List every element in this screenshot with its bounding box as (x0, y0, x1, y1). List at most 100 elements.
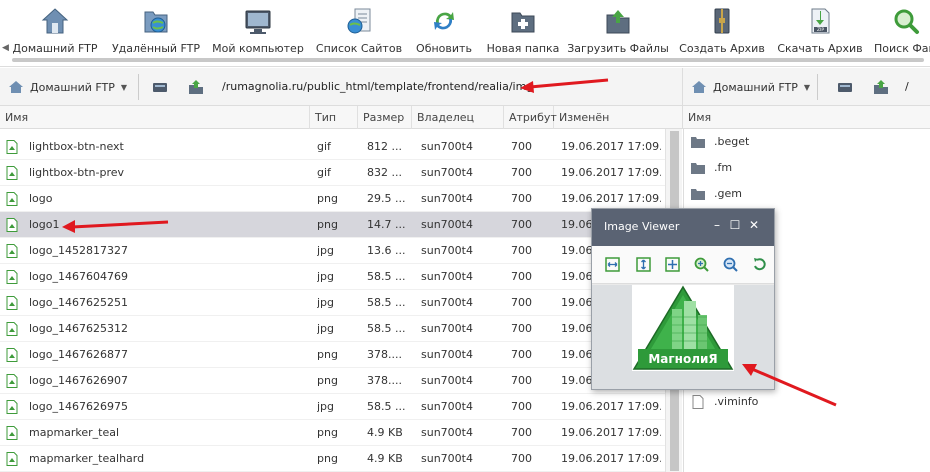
list-item[interactable]: .gem (684, 181, 930, 207)
file-name: logo1 (29, 218, 60, 231)
svg-text:ZIP: ZIP (817, 27, 824, 33)
image-file-icon (6, 166, 18, 180)
zoom-out-icon[interactable] (723, 257, 738, 272)
parent-folder-icon[interactable] (188, 79, 204, 95)
maximize-icon[interactable]: ☐ (728, 218, 742, 232)
table-row[interactable]: logo_1467626975 jpg 58.5 ... sun700t4 700 19.… (0, 394, 665, 420)
file-type: gif (317, 140, 331, 153)
table-row[interactable]: logo_1467625312jpg58.5 ...sun700t470019.… (0, 316, 665, 342)
right-location-dropdown[interactable]: Домашний FTP ▼ (683, 68, 813, 106)
file-attributes: 700 (511, 244, 532, 257)
file-name: logo_1467625251 (29, 296, 128, 309)
image-file-icon (6, 192, 18, 206)
image-viewer-window[interactable]: Image Viewer – ☐ ✕ МагнолиЯ (591, 208, 775, 390)
left-location-label: Домашний FTP (30, 80, 115, 94)
table-row[interactable]: logo_1467626877png378....sun700t470019.0… (0, 342, 665, 368)
fit-width-icon[interactable] (605, 257, 620, 272)
minimize-icon[interactable]: – (710, 218, 724, 232)
file-size: 812 ... (367, 140, 402, 153)
file-type: jpg (317, 270, 335, 283)
file-size: 29.5 ... (367, 192, 406, 205)
file-owner: sun700t4 (421, 322, 473, 335)
actual-size-icon[interactable] (665, 257, 680, 272)
right-path-text[interactable]: / (905, 80, 909, 93)
table-row[interactable]: logo1png14.7 ...sun700t470019.06.2017 17… (0, 212, 665, 238)
drive-icon[interactable] (837, 79, 853, 95)
close-icon[interactable]: ✕ (747, 218, 761, 232)
file-size: 58.5 ... (367, 270, 406, 283)
file-owner: sun700t4 (421, 166, 473, 179)
table-row[interactable]: logo_1467604769jpg58.5 ...sun700t470019.… (0, 264, 665, 290)
zoom-in-icon[interactable] (694, 257, 709, 272)
column-size[interactable]: Размер (358, 106, 412, 129)
column-attributes[interactable]: Атрибут (504, 106, 557, 129)
toolbar-scroll-thumb[interactable] (12, 58, 924, 62)
left-path-text[interactable]: /rumagnolia.ru/public_html/template/fron… (222, 80, 533, 93)
download-zip-icon: ZIP (811, 8, 830, 34)
download-archive-button[interactable]: ZIP Скачать Архив (772, 0, 868, 55)
file-modified: 19.06.2017 17:09... (561, 400, 661, 413)
upload-icon (606, 10, 630, 34)
search-files-button[interactable]: Поиск Фай (866, 0, 930, 55)
image-file-icon (6, 400, 18, 414)
file-attributes: 700 (511, 426, 532, 439)
table-row[interactable]: logo_1452817327jpg13.6 ...sun700t470019.… (0, 238, 665, 264)
download-archive-label: Скачать Архив (777, 42, 863, 55)
column-owner[interactable]: Владелец (412, 106, 504, 129)
table-row[interactable]: mapmarker_tealhard png 4.9 KB sun700t4 700 19… (0, 446, 665, 472)
viewer-title: Image Viewer (604, 220, 680, 233)
table-row[interactable]: mapmarker_teal png 4.9 KB sun700t4 700 19.06.… (0, 420, 665, 446)
table-row[interactable]: logo_1467625251jpg58.5 ...sun700t470019.… (0, 290, 665, 316)
table-row[interactable]: lightbox-btn-prev gif 832 ... sun700t4 700 19… (0, 160, 665, 186)
site-list-button[interactable]: Список Сайтов (310, 0, 408, 55)
chevron-down-icon: ▼ (120, 82, 128, 92)
my-computer-button[interactable]: Мой компьютер (206, 0, 310, 55)
file-owner: sun700t4 (421, 244, 473, 257)
table-row[interactable]: logo png 29.5 ... sun700t4 700 19.06.2017 17:… (0, 186, 665, 212)
list-item[interactable]: .beget (684, 129, 930, 155)
file-type: jpg (317, 296, 335, 309)
file-size: 58.5 ... (367, 400, 406, 413)
parent-folder-icon[interactable] (873, 79, 889, 95)
column-name[interactable]: Имя (683, 106, 930, 129)
upload-files-button[interactable]: Загрузить Файлы (566, 0, 670, 55)
left-location-dropdown[interactable]: Домашний FTP ▼ (0, 68, 134, 106)
column-name[interactable]: Имя (0, 106, 310, 129)
file-type: png (317, 192, 338, 205)
file-attributes: 700 (511, 400, 532, 413)
file-modified: 19.06.2017 17:09... (561, 140, 661, 153)
magnolia-logo-image: МагнолиЯ (632, 285, 734, 371)
column-type[interactable]: Тип (310, 106, 358, 129)
refresh-button[interactable]: Обновить (406, 0, 482, 55)
home-icon (692, 81, 706, 93)
drive-icon[interactable] (152, 79, 168, 95)
home-ftp-button[interactable]: Домашний FTP (0, 0, 110, 55)
file-size: 832 ... (367, 166, 402, 179)
table-row[interactable]: lightbox-btn-next gif 812 ... sun700t4 700 19… (0, 134, 665, 160)
file-attributes: 700 (511, 192, 532, 205)
create-archive-label: Создать Архив (679, 42, 765, 55)
remote-ftp-button[interactable]: Удалённый FTP (106, 0, 206, 55)
site-list-label: Список Сайтов (315, 42, 403, 55)
refresh-icon (434, 12, 454, 30)
table-row[interactable]: logo_1467626907png378....sun700t470019.0… (0, 368, 665, 394)
create-archive-button[interactable]: Создать Архив (672, 0, 772, 55)
toolbar-scrollbar[interactable] (0, 55, 930, 67)
item-name: .viminfo (714, 395, 759, 408)
toolbar-scroll-left-icon[interactable]: ◀ (2, 43, 9, 53)
viewer-titlebar[interactable]: Image Viewer – ☐ ✕ (592, 209, 774, 246)
item-name: .gem (714, 187, 742, 200)
file-attributes: 700 (511, 166, 532, 179)
fit-height-icon[interactable] (636, 257, 651, 272)
list-item[interactable]: .fm (684, 155, 930, 181)
file-type: png (317, 426, 338, 439)
column-modified[interactable]: Изменён (554, 106, 682, 129)
file-name: mapmarker_tealhard (29, 452, 145, 465)
file-name: lightbox-btn-next (29, 140, 124, 153)
file-name: logo_1467626907 (29, 374, 128, 387)
new-folder-button[interactable]: Новая папка (482, 0, 564, 55)
list-item[interactable]: .viminfo (684, 389, 930, 415)
rotate-icon[interactable] (752, 257, 767, 272)
home-icon (9, 81, 23, 93)
file-size: 378.... (367, 374, 402, 387)
